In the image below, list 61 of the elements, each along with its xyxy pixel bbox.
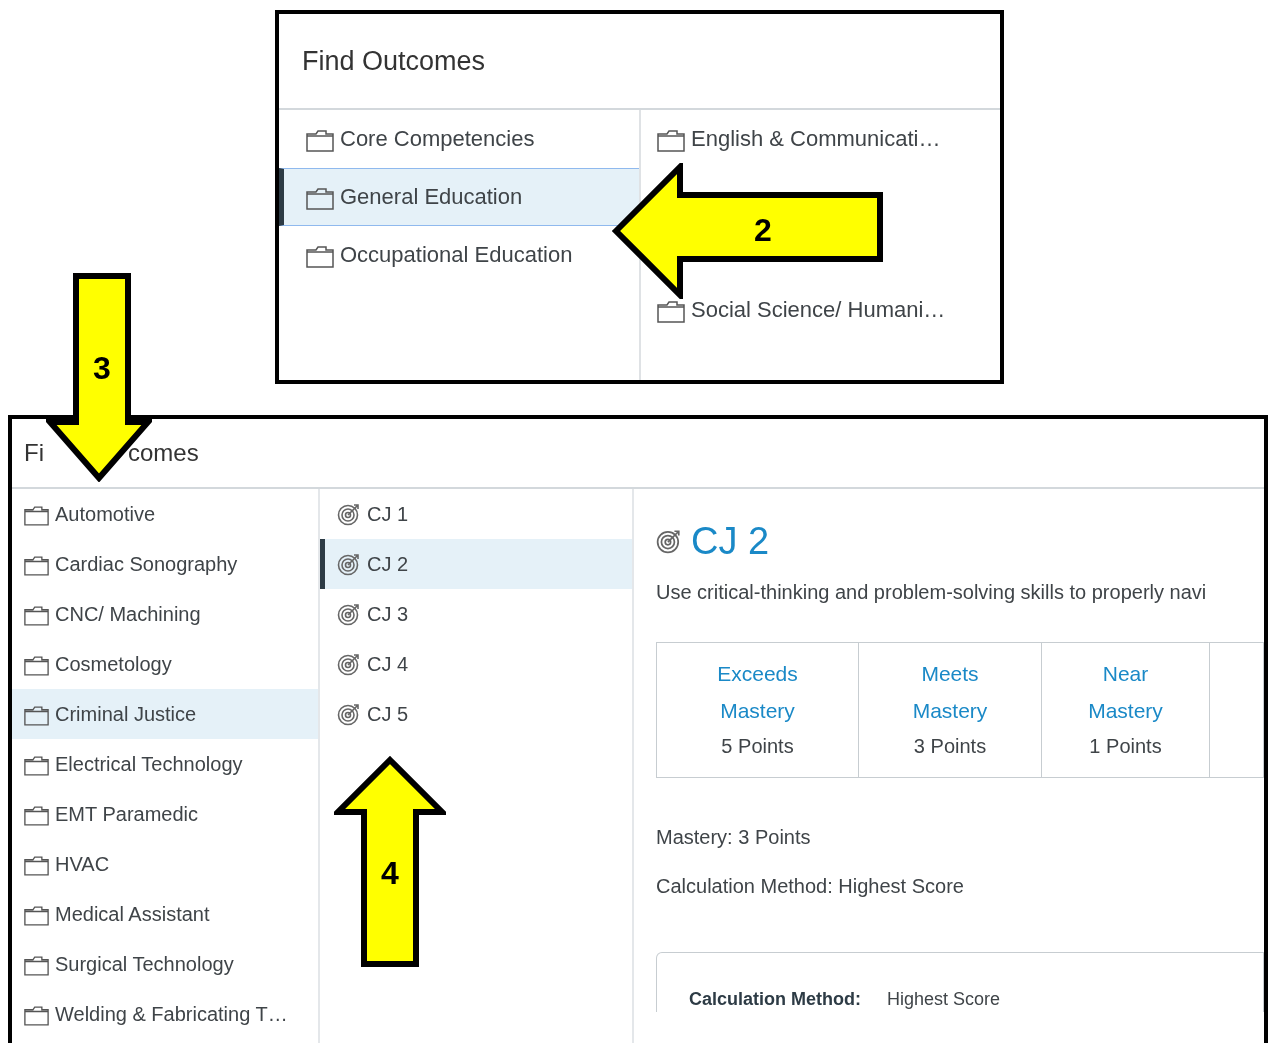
target-icon [337, 502, 361, 526]
target-icon [337, 602, 361, 626]
outcome-item[interactable]: CJ 2 [320, 539, 632, 589]
folder-icon [24, 1006, 49, 1026]
folder-icon [306, 188, 334, 210]
folder-item[interactable]: General Education [279, 168, 639, 226]
step-number: 2 [754, 214, 772, 246]
folder-item[interactable]: Welding & Fabricating T… [12, 989, 318, 1039]
folder-icon [657, 129, 685, 152]
folder-item[interactable]: Electrical Technology [12, 739, 318, 789]
folder-icon [24, 756, 49, 776]
rating-label: Near Mastery [1087, 661, 1164, 724]
outcome-item[interactable]: CJ 4 [320, 639, 632, 689]
calculation-label: Calculation Method: [689, 989, 861, 1010]
folder-item[interactable]: HVAC [12, 839, 318, 889]
rating-points: 5 Points [721, 735, 794, 758]
panel-title: Find Outcomes [302, 45, 486, 77]
folder-item[interactable]: EMT Paramedic [12, 789, 318, 839]
step-number: 3 [93, 352, 111, 384]
folder-item[interactable]: Cardiac Sonography [12, 539, 318, 589]
folder-item[interactable]: Cosmetology [12, 639, 318, 689]
rating-label: Meets Mastery [911, 661, 989, 724]
rating-points: 3 Points [913, 735, 987, 758]
folder-item[interactable]: Occupational Education [279, 226, 579, 284]
folder-item[interactable]: Medical Assistant [12, 889, 318, 939]
folder-icon [24, 656, 49, 676]
folder-icon [24, 956, 49, 976]
mastery-text: Mastery: 3 Points [656, 826, 812, 849]
folder-item[interactable]: Criminal Justice [12, 689, 318, 739]
folder-icon [306, 246, 334, 268]
folder-icon [24, 706, 49, 726]
target-icon [337, 652, 361, 676]
outcome-title: CJ 2 [691, 519, 770, 563]
folder-icon [657, 300, 685, 323]
rating-label: Exceeds Mastery [716, 661, 799, 724]
outcome-item[interactable]: CJ 3 [320, 589, 632, 639]
folder-item[interactable]: Automotive [12, 489, 318, 539]
folder-icon [306, 130, 334, 152]
calculation-value: Highest Score [887, 989, 1001, 1010]
folder-icon [24, 856, 49, 876]
step-number: 4 [381, 857, 399, 889]
calculation-text: Calculation Method: Highest Score [656, 875, 965, 898]
folder-item[interactable]: Surgical Technology [12, 939, 318, 989]
panel-title: comes [128, 439, 199, 467]
rating-points: 1 Points [1089, 735, 1162, 758]
folder-icon [24, 506, 49, 526]
outcome-item[interactable]: CJ 5 [320, 689, 632, 739]
folder-icon [24, 806, 49, 826]
target-icon [337, 702, 361, 726]
target-icon [337, 552, 361, 576]
folder-icon [24, 556, 49, 576]
outcome-item[interactable]: CJ 1 [320, 489, 632, 539]
panel-title: Fi [24, 439, 44, 467]
folder-item[interactable]: English & Communicati… [641, 110, 1000, 167]
outcome-description: Use critical-thinking and problem-solving skills to properly navi [656, 581, 1208, 604]
folder-item[interactable]: CNC/ Machining [12, 589, 318, 639]
folder-icon [24, 906, 49, 926]
target-icon [656, 528, 682, 554]
folder-item[interactable]: Social Science/ Humani… [641, 281, 1000, 338]
folder-icon [24, 606, 49, 626]
folder-item[interactable]: Core Competencies [279, 110, 541, 168]
